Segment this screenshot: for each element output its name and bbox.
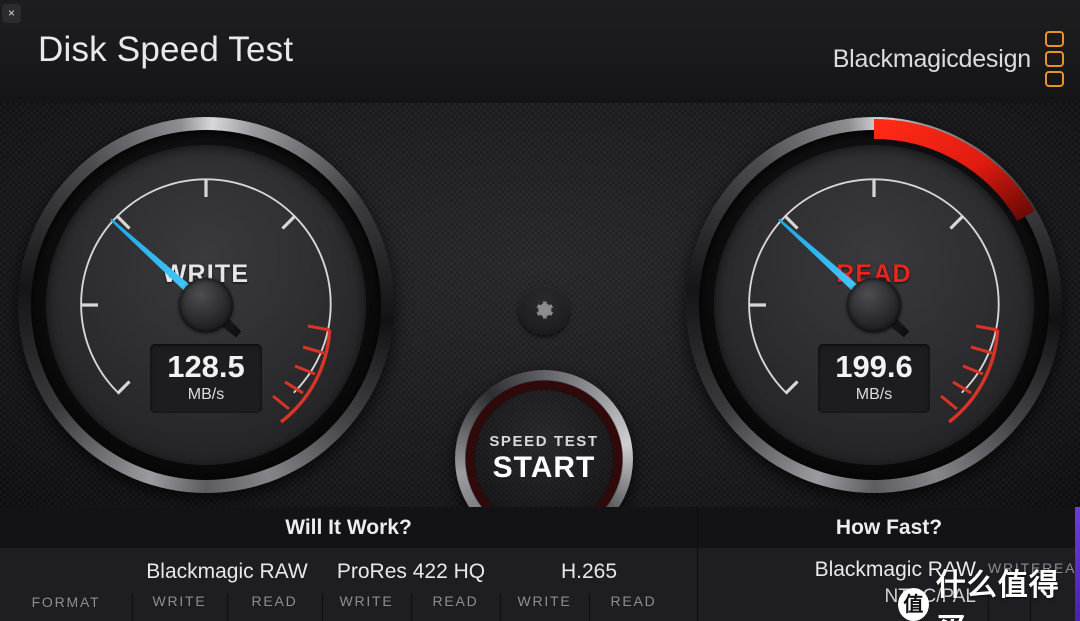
read-gauge: READ 199.6 MB/s (686, 117, 1062, 493)
page-title: Disk Speed Test (38, 30, 294, 69)
brand-mark-square-2 (1045, 51, 1064, 67)
read-value-display: 199.6 MB/s (818, 344, 930, 413)
brand-name: Blackmagicdesign (832, 44, 1031, 73)
write-gauge: WRITE 128.5 MB/s (18, 117, 394, 493)
codec-name: Blackmagic RAW (146, 560, 308, 583)
codec-cell-write (500, 593, 589, 621)
right-edge-strip (1075, 507, 1080, 621)
codec-cell-read (411, 593, 500, 621)
gauges-area: WRITE 128.5 MB/s SPEED TEST START READ 1… (0, 103, 1080, 548)
how-fast-cell-read (1030, 589, 1072, 621)
write-gauge-hub (179, 278, 233, 332)
brand-mark-square-3 (1045, 71, 1064, 87)
how-fast-panel: How Fast? Blackmagic RAW NTSC/PAL WRITE … (698, 507, 1080, 621)
brand-logo: Blackmagicdesign (833, 31, 1064, 87)
how-fast-codec-name: Blackmagic RAW (814, 558, 976, 581)
how-fast-title: How Fast? (698, 507, 1080, 548)
write-gauge-face: WRITE 128.5 MB/s (46, 145, 366, 465)
will-it-work-panel: Will It Work? FORMAT Blackmagic RAW WRIT… (0, 507, 697, 621)
how-fast-cell-write (988, 589, 1030, 621)
codec-name: H.265 (560, 560, 618, 583)
codec-column-braw[interactable]: Blackmagic RAW WRITE READ (132, 548, 322, 621)
brand-mark-icon (1045, 31, 1064, 87)
how-fast-codec-sub: NTSC/PAL (884, 586, 976, 607)
how-fast-body: Blackmagic RAW NTSC/PAL WRITE READ (698, 548, 1080, 621)
write-unit: MB/s (187, 386, 225, 403)
format-label: FORMAT (31, 594, 101, 610)
title-bar: × Disk Speed Test Blackmagicdesign (0, 0, 1080, 103)
codec-name: ProRes 422 HQ (336, 560, 486, 583)
brand-mark-square-1 (1045, 31, 1064, 47)
codec-cell-read (227, 593, 322, 621)
write-value: 128.5 (167, 349, 245, 384)
how-fast-headers: WRITE READ (988, 560, 1080, 576)
read-value: 199.6 (835, 349, 913, 384)
start-button-main-label: START (492, 451, 596, 484)
read-gauge-face: READ 199.6 MB/s (714, 145, 1034, 465)
will-it-work-body: FORMAT Blackmagic RAW WRITE READ ProRes … (0, 548, 697, 621)
settings-button[interactable] (519, 285, 569, 335)
codec-column-prores[interactable]: ProRes 422 HQ WRITE READ (322, 548, 500, 621)
how-fast-cells (988, 589, 1072, 621)
start-button-top-label: SPEED TEST (489, 433, 599, 450)
format-column: FORMAT (0, 548, 132, 621)
how-fast-write-header: WRITE (988, 560, 1043, 576)
gear-icon (536, 301, 554, 319)
results-area: Will It Work? FORMAT Blackmagic RAW WRIT… (0, 507, 1080, 621)
write-value-display: 128.5 MB/s (150, 344, 262, 413)
read-unit: MB/s (855, 386, 893, 403)
will-it-work-title: Will It Work? (0, 507, 697, 548)
codec-cell-read (589, 593, 678, 621)
codec-cell-write (132, 593, 227, 621)
codec-cell-write (322, 593, 411, 621)
read-gauge-hub (847, 278, 901, 332)
disk-speed-test-window: × Disk Speed Test Blackmagicdesign WRITE… (0, 0, 1080, 621)
codec-column-h265[interactable]: H.265 WRITE READ (500, 548, 678, 621)
close-icon[interactable]: × (2, 4, 21, 23)
